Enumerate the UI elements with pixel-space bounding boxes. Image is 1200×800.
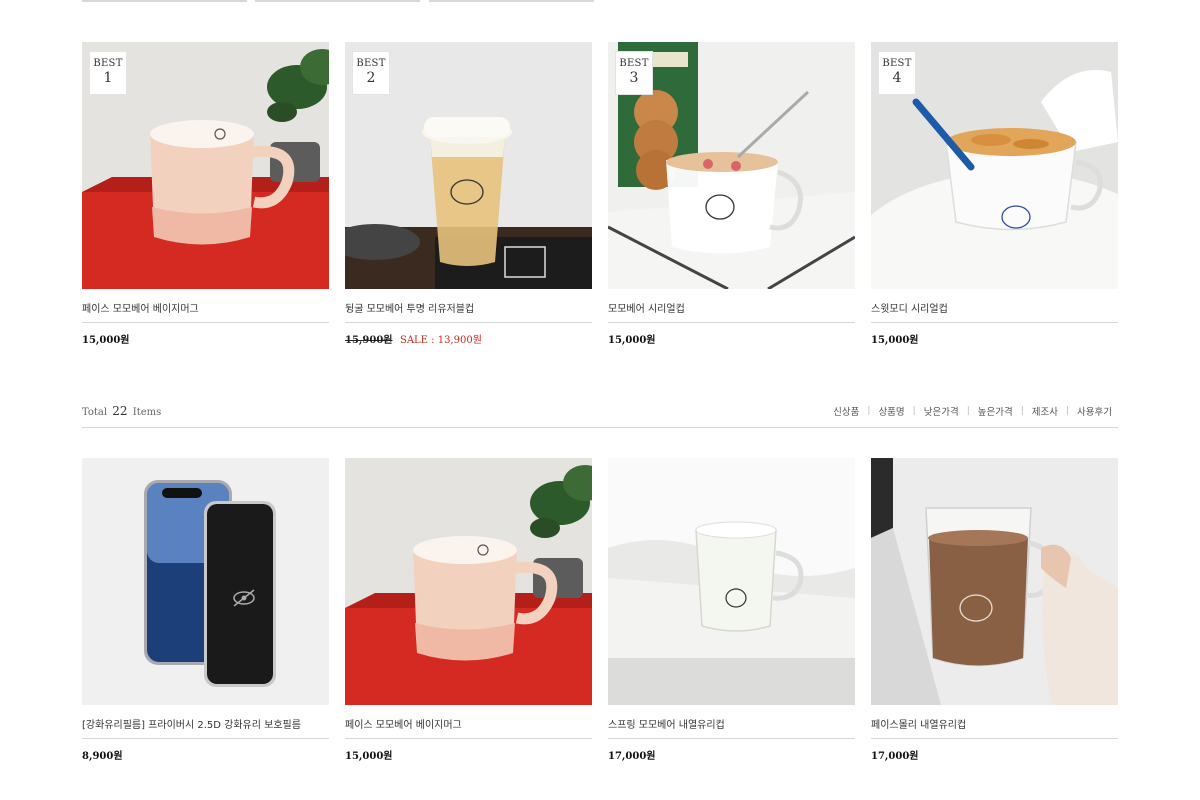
divider [82, 322, 329, 323]
sort-name[interactable]: 상품명 [878, 404, 904, 418]
product-price: 15,000원 [345, 751, 393, 762]
best-rank-badge: BEST 4 [878, 51, 916, 95]
product-list-grid: [강화유리필름] 프라이버시 2.5D 강화유리 보호필름 8,900원 페이스… [82, 458, 1118, 788]
sort-separator: | [912, 406, 916, 416]
product-card[interactable]: 페이스 모모베어 베이지머그 15,000원 [345, 458, 592, 778]
sort-reviews[interactable]: 사용후기 [1077, 404, 1112, 418]
best-badge-rank: 2 [366, 70, 376, 86]
best-products-grid: BEST 1 페이스 모모베어 베이지머그 15,000원 BEST 2 뒹굴 … [82, 42, 1118, 372]
product-price: 17,000원 [608, 751, 656, 762]
product-name[interactable]: 스프링 모모베어 내열유리컵 [608, 716, 855, 731]
product-name[interactable]: 스윗모디 시리얼컵 [871, 300, 1118, 315]
divider [608, 738, 855, 739]
sort-options: 신상품 | 상품명 | 낮은가격 | 높은가격 | 제조사 | 사용후기 [833, 404, 1112, 418]
sort-separator: | [1020, 406, 1024, 416]
divider [871, 322, 1118, 323]
sale-price: SALE : 13,900원 [399, 335, 482, 346]
divider [608, 322, 855, 323]
product-price: 17,000원 [871, 751, 919, 762]
best-product-card[interactable]: BEST 2 뒹굴 모모베어 투명 리유저블컵 15,900원 SALE : 1… [345, 42, 592, 362]
best-product-card[interactable]: BEST 3 모모베어 시리얼컵 15,000원 [608, 42, 855, 362]
best-rank-badge: BEST 1 [89, 51, 127, 95]
product-price: 15,000원 [871, 335, 919, 346]
best-rank-badge: BEST 2 [352, 51, 390, 95]
sort-separator: | [867, 406, 871, 416]
top-tab-bar [82, 0, 602, 2]
best-product-card[interactable]: BEST 4 스윗모디 시리얼컵 15,000원 [871, 42, 1118, 362]
product-image[interactable] [608, 458, 855, 705]
product-name[interactable]: 페이스몰리 내열유리컵 [871, 716, 1118, 731]
best-badge-label: BEST [619, 58, 649, 69]
product-name[interactable]: 뒹굴 모모베어 투명 리유저블컵 [345, 300, 592, 315]
product-name[interactable]: 페이스 모모베어 베이지머그 [82, 300, 329, 315]
divider [345, 738, 592, 739]
product-card[interactable]: 페이스몰리 내열유리컵 17,000원 [871, 458, 1118, 778]
product-name[interactable]: 모모베어 시리얼컵 [608, 300, 855, 315]
best-badge-rank: 4 [892, 70, 902, 86]
best-badge-rank: 1 [103, 70, 113, 86]
original-price: 15,900원 [345, 335, 393, 346]
sort-separator: | [1065, 406, 1070, 416]
product-card[interactable]: [강화유리필름] 프라이버시 2.5D 강화유리 보호필름 8,900원 [82, 458, 329, 778]
best-badge-label: BEST [356, 58, 386, 69]
best-badge-rank: 3 [629, 70, 639, 86]
product-name[interactable]: [강화유리필름] 프라이버시 2.5D 강화유리 보호필름 [82, 716, 329, 731]
top-tab-indicator[interactable] [82, 0, 247, 2]
product-price: 15,000원 [608, 335, 656, 346]
best-badge-label: BEST [882, 58, 912, 69]
product-price: 15,900원 SALE : 13,900원 [345, 331, 482, 346]
sort-manufacturer[interactable]: 제조사 [1032, 404, 1058, 418]
product-image[interactable] [82, 458, 329, 705]
product-image[interactable] [345, 458, 592, 705]
product-name[interactable]: 페이스 모모베어 베이지머그 [345, 716, 592, 731]
product-price: 8,900원 [82, 751, 123, 762]
best-rank-badge: BEST 3 [615, 51, 653, 95]
divider [82, 738, 329, 739]
best-product-card[interactable]: BEST 1 페이스 모모베어 베이지머그 15,000원 [82, 42, 329, 362]
sort-high-price[interactable]: 높은가격 [978, 404, 1013, 418]
total-number: 22 [112, 404, 128, 418]
sort-new[interactable]: 신상품 [833, 404, 859, 418]
total-count: Total 22 Items [82, 404, 161, 418]
product-image[interactable] [871, 458, 1118, 705]
product-price: 15,000원 [82, 335, 130, 346]
total-suffix: Items [132, 407, 162, 418]
sort-separator: | [966, 406, 970, 416]
divider [871, 738, 1118, 739]
product-card[interactable]: 스프링 모모베어 내열유리컵 17,000원 [608, 458, 855, 778]
divider [345, 322, 592, 323]
top-tab-indicator[interactable] [429, 0, 594, 2]
sort-low-price[interactable]: 낮은가격 [924, 404, 959, 418]
best-badge-label: BEST [93, 58, 123, 69]
total-prefix: Total [82, 407, 108, 418]
product-list-toolbar: Total 22 Items 신상품 | 상품명 | 낮은가격 | 높은가격 |… [82, 398, 1118, 428]
top-tab-indicator[interactable] [255, 0, 420, 2]
